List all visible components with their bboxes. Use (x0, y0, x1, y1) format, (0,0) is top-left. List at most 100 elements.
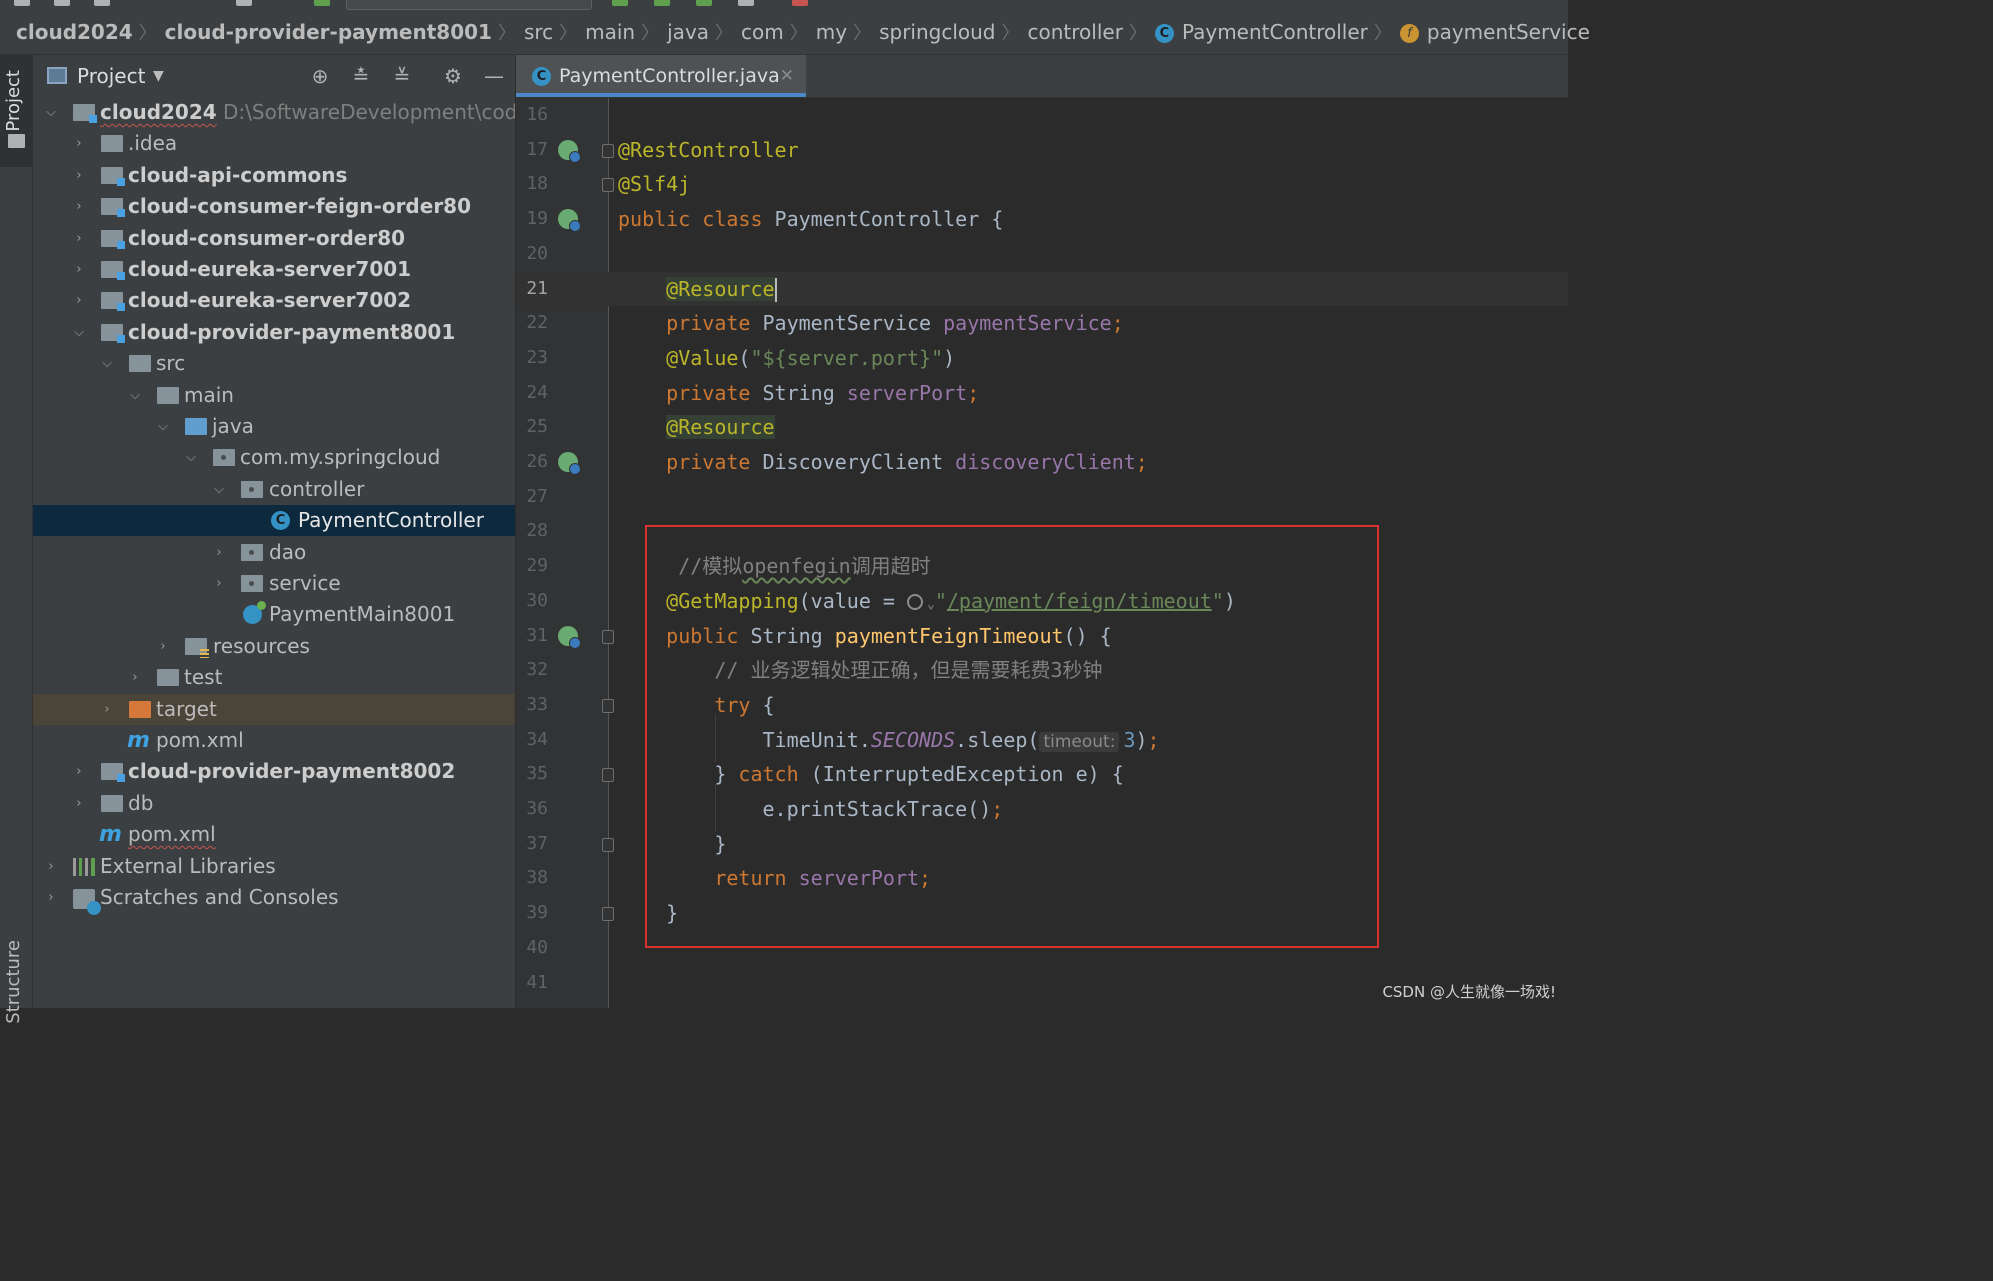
tree-item-db[interactable]: › db (33, 788, 515, 819)
endpoint-gutter-icon[interactable] (558, 625, 581, 649)
project-view-title[interactable]: Project (77, 55, 145, 97)
chevron-right-icon[interactable]: › (44, 882, 58, 913)
chevron-right-icon[interactable]: › (44, 851, 58, 882)
expand-all-icon[interactable]: ≛ (349, 64, 373, 88)
fold-marker-icon[interactable] (602, 837, 614, 852)
line-number: 36 (526, 798, 548, 819)
breadcrumb-item[interactable]: PaymentController (1182, 10, 1368, 54)
chevron-down-icon[interactable]: ⌵ (156, 411, 170, 442)
tree-item-cloud-provider-payment8001[interactable]: ⌵ cloud-provider-payment8001 (33, 317, 515, 348)
breadcrumb-item[interactable]: cloud-provider-payment8001 (165, 10, 492, 54)
chevron-right-icon[interactable]: › (100, 694, 114, 725)
tree-item-paymentcontroller[interactable]: C PaymentController (33, 505, 515, 537)
tree-item-com-my-springcloud[interactable]: ⌵ com.my.springcloud (33, 442, 515, 473)
tree-item-root-pom-xml[interactable]: m pom.xml (33, 819, 515, 850)
chevron-right-icon[interactable]: › (72, 191, 86, 222)
chevron-right-icon[interactable]: › (128, 662, 142, 693)
tree-item-idea[interactable]: › .idea (33, 128, 515, 159)
breadcrumb-item[interactable]: com (741, 10, 784, 54)
save-icon[interactable] (236, 0, 252, 6)
chevron-right-icon[interactable]: › (156, 631, 170, 662)
tree-item-main[interactable]: ⌵ main (33, 380, 515, 411)
tree-item-src[interactable]: ⌵ src (33, 348, 515, 379)
project-tool-label[interactable]: Project (3, 70, 24, 132)
tree-item-cloud-consumer-order80[interactable]: › cloud-consumer-order80 (33, 223, 515, 254)
collapse-all-icon[interactable]: ≚ (390, 64, 414, 88)
chevron-right-icon[interactable]: › (72, 788, 86, 819)
tree-item-cloud-eureka-server7002[interactable]: › cloud-eureka-server7002 (33, 285, 515, 316)
breadcrumb-item[interactable]: controller (1028, 10, 1123, 54)
stop-icon[interactable] (792, 0, 808, 6)
tree-item-target[interactable]: › target (33, 693, 515, 725)
coverage-icon[interactable] (696, 0, 712, 6)
tree-item-service[interactable]: › service (33, 568, 515, 599)
chevron-down-icon[interactable]: ⌵ (72, 317, 86, 348)
tree-item-test[interactable]: › test (33, 662, 515, 693)
module-folder-icon (101, 229, 125, 249)
tree-item-scratches-and-consoles[interactable]: › Scratches and Consoles (33, 882, 515, 915)
fold-marker-icon[interactable] (602, 629, 614, 644)
code-field: discoveryClient (955, 450, 1136, 474)
line-number: 25 (526, 416, 548, 438)
tree-item-cloud-provider-payment8002[interactable]: › cloud-provider-payment8002 (33, 756, 515, 787)
tree-item-label: resources (213, 633, 310, 658)
profile-icon[interactable] (738, 0, 754, 6)
breadcrumb-item[interactable]: my (816, 10, 847, 54)
editor-tab-bar: C PaymentController.java ✕ (516, 55, 1568, 98)
menu-icon[interactable] (14, 0, 30, 6)
chevron-right-icon[interactable]: › (72, 160, 86, 191)
tree-item-cloud-eureka-server7001[interactable]: › cloud-eureka-server7001 (33, 254, 515, 285)
chevron-right-icon: 〉 (715, 23, 734, 44)
tree-item-pom-xml[interactable]: m pom.xml (33, 725, 515, 756)
chevron-right-icon[interactable]: › (72, 285, 86, 316)
chevron-right-icon[interactable]: › (212, 537, 226, 568)
refresh-icon[interactable] (94, 0, 110, 6)
chevron-right-icon[interactable]: › (72, 223, 86, 254)
chevron-right-icon[interactable]: › (72, 128, 86, 159)
breadcrumb-item[interactable]: springcloud (879, 10, 995, 54)
chevron-down-icon[interactable]: ⌵ (100, 348, 114, 379)
line-number: 22 (526, 312, 548, 334)
breadcrumb-item[interactable]: cloud2024 (16, 10, 133, 54)
breadcrumb-item[interactable]: java (667, 10, 709, 54)
fold-marker-icon[interactable] (602, 178, 614, 193)
fold-marker-icon[interactable] (602, 698, 614, 713)
tree-item-dao[interactable]: › dao (33, 537, 515, 568)
tree-item-paymentmain8001[interactable]: PaymentMain8001 (33, 599, 515, 630)
gear-icon[interactable]: ⚙ (441, 64, 465, 88)
hide-icon[interactable]: — (482, 64, 506, 88)
breadcrumb-item[interactable]: src (524, 10, 553, 54)
build-icon[interactable] (314, 0, 330, 6)
tree-item-java[interactable]: ⌵ java (33, 411, 515, 442)
chevron-down-icon[interactable]: ⌵ (184, 442, 198, 473)
spring-bean-gutter-icon[interactable] (558, 139, 581, 163)
tree-item-controller[interactable]: ⌵ controller (33, 474, 515, 505)
spring-bean-gutter-icon[interactable] (558, 209, 581, 233)
chevron-right-icon[interactable]: › (212, 568, 226, 599)
fold-marker-icon[interactable] (602, 907, 614, 922)
fold-marker-icon[interactable] (602, 768, 614, 783)
debug-icon[interactable] (654, 0, 670, 6)
tree-item-cloud2024[interactable]: ⌵ cloud2024 D:\SoftwareDevelopment\code\… (33, 97, 515, 128)
run-configuration-selector[interactable] (346, 0, 592, 10)
locate-icon[interactable]: ⊕ (308, 64, 332, 88)
tree-item-cloud-consumer-feign-order80[interactable]: › cloud-consumer-feign-order80 (33, 191, 515, 222)
fold-marker-icon[interactable] (602, 143, 614, 158)
chevron-down-icon[interactable]: ▼ (153, 55, 164, 97)
autowired-gutter-icon[interactable] (558, 452, 581, 475)
chevron-right-icon[interactable]: › (72, 254, 86, 285)
run-icon[interactable] (612, 0, 628, 6)
breadcrumb-item[interactable]: paymentService (1427, 10, 1590, 54)
tab-paymentcontroller-java[interactable]: C PaymentController.java ✕ (516, 55, 806, 97)
chevron-down-icon[interactable]: ⌵ (128, 380, 142, 411)
close-icon[interactable]: ✕ (780, 55, 794, 97)
chevron-down-icon[interactable]: ⌵ (212, 474, 226, 505)
breadcrumb-item[interactable]: main (585, 10, 635, 54)
chevron-down-icon[interactable]: ⌵ (44, 97, 58, 128)
tree-item-external-libraries[interactable]: › External Libraries (33, 851, 515, 882)
structure-tool-label[interactable]: Structure (3, 940, 24, 1024)
tree-item-cloud-api-commons[interactable]: › cloud-api-commons (33, 160, 515, 191)
structure-icon[interactable] (54, 0, 70, 6)
chevron-right-icon[interactable]: › (72, 756, 86, 787)
tree-item-resources[interactable]: › resources (33, 631, 515, 662)
